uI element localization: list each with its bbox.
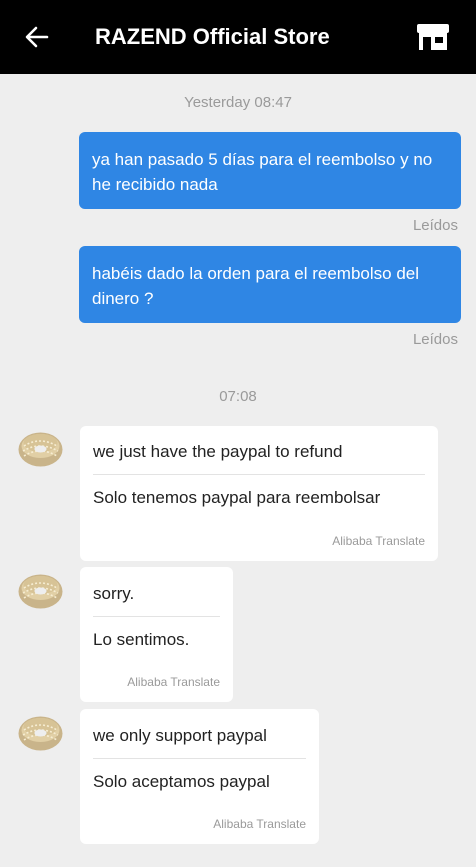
outgoing-message[interactable]: ya han pasado 5 días para el reembolso y…: [79, 132, 461, 209]
message-text: ya han pasado 5 días para el reembolso y…: [92, 150, 433, 194]
translate-credit: Alibaba Translate: [332, 534, 425, 548]
store-icon: [417, 24, 449, 50]
timestamp: 07:08: [219, 388, 257, 405]
store-avatar-icon: [18, 432, 63, 467]
original-text: we just have the paypal to refund: [93, 442, 343, 461]
translate-credit: Alibaba Translate: [213, 817, 306, 831]
store-avatar-icon: [18, 716, 63, 751]
original-text: sorry.: [93, 584, 135, 603]
avatar[interactable]: [18, 711, 63, 756]
store-avatar-icon: [18, 574, 63, 609]
translated-text: Solo tenemos paypal para reembolsar: [93, 488, 381, 507]
timestamp: Yesterday 08:47: [184, 94, 292, 111]
translated-text: Solo aceptamos paypal: [93, 772, 270, 791]
translate-credit: Alibaba Translate: [127, 675, 220, 689]
back-arrow-icon: [25, 26, 49, 48]
outgoing-message[interactable]: habéis dado la orden para el reembolso d…: [79, 246, 461, 323]
back-button[interactable]: [22, 22, 52, 52]
store-title: RAZEND Official Store: [95, 24, 330, 49]
incoming-message[interactable]: we just have the paypal to refund Solo t…: [80, 426, 438, 561]
incoming-message[interactable]: we only support paypal Solo aceptamos pa…: [80, 709, 319, 844]
message-text: habéis dado la orden para el reembolso d…: [92, 264, 420, 308]
top-bar: RAZEND Official Store: [0, 0, 476, 74]
avatar[interactable]: [18, 427, 63, 472]
avatar[interactable]: [18, 569, 63, 614]
incoming-message[interactable]: sorry. Lo sentimos. Alibaba Translate: [80, 567, 233, 702]
store-button[interactable]: [415, 22, 451, 52]
read-status: Leídos: [412, 217, 458, 234]
original-text: we only support paypal: [93, 726, 267, 745]
translated-text: Lo sentimos.: [93, 630, 190, 649]
read-status: Leídos: [412, 331, 458, 348]
